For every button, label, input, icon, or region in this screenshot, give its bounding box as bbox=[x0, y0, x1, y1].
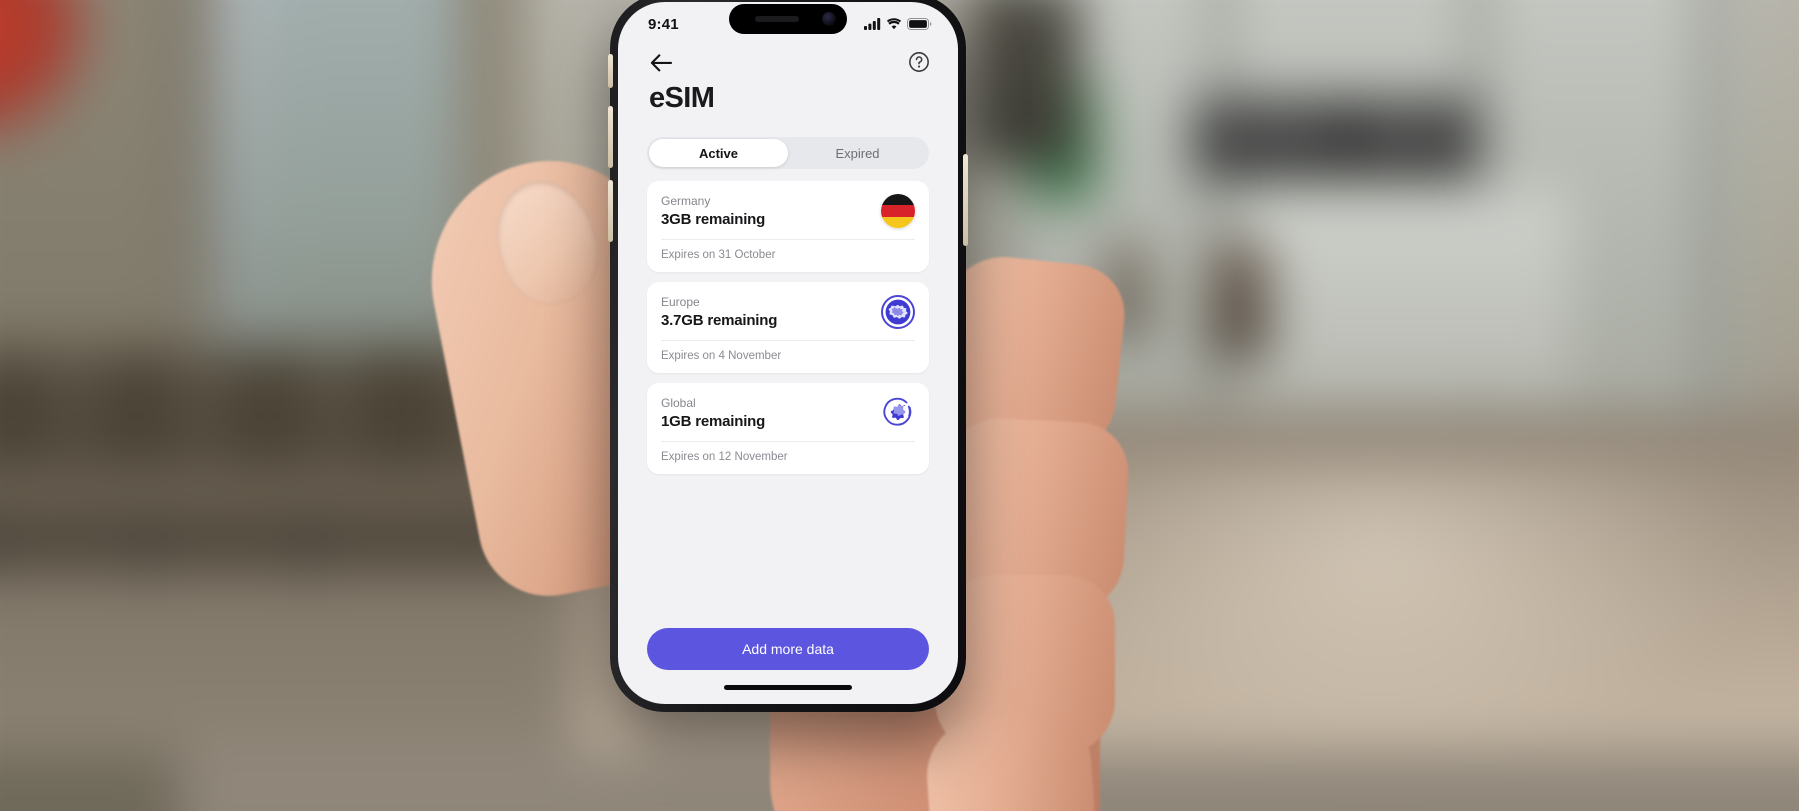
wifi-icon bbox=[886, 18, 902, 30]
esim-card-germany[interactable]: Germany 3GB remaining Expires on 31 Octo… bbox=[647, 181, 929, 272]
departure-board bbox=[1196, 100, 1476, 178]
status-time: 9:41 bbox=[648, 15, 679, 33]
page-title: eSIM bbox=[649, 82, 715, 114]
earpiece-speaker-icon bbox=[755, 16, 799, 22]
front-camera-icon bbox=[822, 12, 836, 26]
add-more-data-button[interactable]: Add more data bbox=[647, 628, 929, 670]
esim-card-global[interactable]: Global 1GB remaining Expires on 12 Novem… bbox=[647, 383, 929, 474]
card-expiry-label: Expires on 31 October bbox=[661, 249, 776, 261]
card-region-label: Europe bbox=[661, 295, 700, 309]
germany-flag-icon bbox=[881, 194, 915, 228]
card-region-label: Global bbox=[661, 396, 696, 410]
home-indicator[interactable] bbox=[724, 684, 852, 690]
navigation-bar bbox=[618, 42, 958, 76]
battery-icon bbox=[907, 18, 932, 30]
status-filter-tabs: Active Expired bbox=[647, 137, 929, 169]
phone-device: 9:41 eSIM Active Expired Germany 3GB rem… bbox=[608, 0, 968, 712]
europe-globe-icon bbox=[881, 295, 915, 329]
status-indicators bbox=[864, 14, 932, 30]
global-globe-icon bbox=[881, 396, 915, 430]
dynamic-island bbox=[729, 4, 847, 34]
esim-card-europe[interactable]: Europe 3.7GB remaining Expires on 4 Nove… bbox=[647, 282, 929, 373]
phone-screen: 9:41 eSIM Active Expired Germany 3GB rem… bbox=[618, 2, 958, 704]
help-circle-icon[interactable] bbox=[908, 51, 932, 75]
card-data-remaining: 1GB remaining bbox=[661, 413, 766, 430]
esim-card-list: Germany 3GB remaining Expires on 31 Octo… bbox=[618, 169, 958, 474]
card-data-remaining: 3.7GB remaining bbox=[661, 312, 778, 329]
card-region-label: Germany bbox=[661, 194, 711, 208]
card-expiry-label: Expires on 12 November bbox=[661, 451, 788, 463]
power-button[interactable] bbox=[963, 154, 968, 246]
cellular-signal-icon bbox=[864, 18, 881, 30]
home-indicator-area bbox=[618, 670, 958, 704]
back-arrow-icon[interactable] bbox=[648, 50, 674, 76]
card-data-remaining: 3GB remaining bbox=[661, 211, 766, 228]
status-bar: 9:41 bbox=[618, 2, 958, 42]
card-expiry-label: Expires on 4 November bbox=[661, 350, 782, 362]
volume-down-button[interactable] bbox=[608, 180, 613, 242]
tab-expired[interactable]: Expired bbox=[788, 139, 927, 167]
cta-container: Add more data bbox=[618, 628, 958, 670]
tab-active[interactable]: Active bbox=[649, 139, 788, 167]
